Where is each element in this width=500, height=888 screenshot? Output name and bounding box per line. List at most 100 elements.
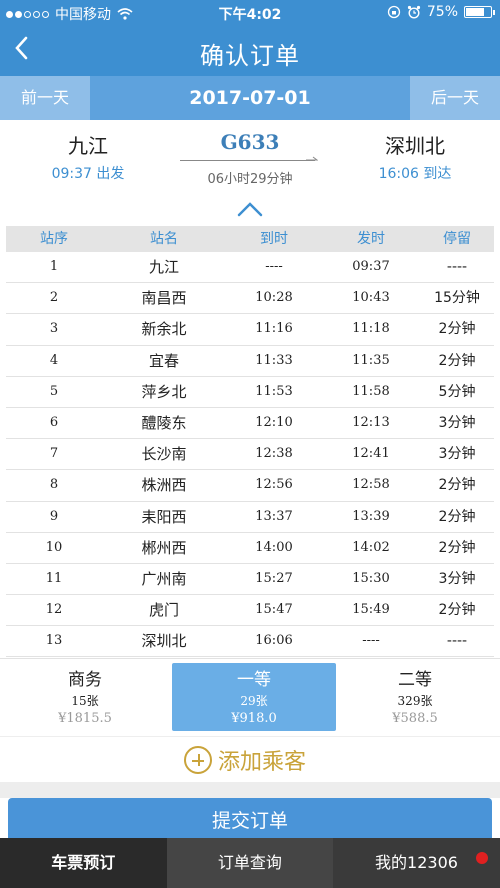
stop-arrive: 12:38: [255, 446, 293, 462]
stop-station: 虎门: [148, 601, 179, 620]
status-bar: 中国移动 下午4:02 75%: [0, 0, 500, 26]
add-passenger-section: 添加乘客: [0, 736, 500, 782]
arrival-time: 16:06 到达: [378, 166, 452, 182]
stop-station: 新余北: [141, 320, 187, 339]
chevron-up-icon[interactable]: [236, 200, 264, 218]
stop-seq: 3: [49, 321, 59, 337]
table-row: 7 长沙南 12:38 12:41 3分钟: [6, 439, 494, 471]
stops-table-body: 1 九江 ---- 09:37 ---- 2 南昌西 10:28 10:43 15分钟 3 新余北 11…: [6, 252, 494, 658]
header-seq: 站序: [40, 231, 68, 247]
seat-count: 329张: [397, 694, 433, 708]
departure-station: 九江: [68, 134, 108, 158]
departure-info: 九江 09:37 出发: [38, 130, 138, 183]
stop-depart: 13:39: [352, 508, 390, 524]
divider: [0, 782, 500, 798]
add-passenger-button[interactable]: 添加乘客: [184, 743, 306, 777]
header-stop: 停留: [443, 231, 471, 247]
stop-station: 长沙南: [141, 445, 187, 464]
header-station: 站名: [150, 231, 178, 247]
stop-seq: 5: [49, 383, 59, 399]
seat-second-class[interactable]: 二等 329张 ¥588.5: [350, 663, 480, 731]
stop-duration: 5分钟: [438, 383, 476, 400]
stop-station: 株洲西: [141, 476, 187, 495]
battery-icon: [464, 6, 495, 18]
stop-depart: 11:58: [352, 383, 390, 399]
seat-name: 一等: [237, 670, 271, 690]
header-depart: 发时: [357, 231, 385, 247]
table-row: 1 九江 ---- 09:37 ----: [6, 252, 494, 284]
table-row: 10 郴州西 14:00 14:02 2分钟: [6, 532, 494, 564]
stop-arrive: 13:37: [255, 508, 293, 524]
stop-seq: 4: [49, 352, 59, 368]
stop-arrive: 11:16: [255, 321, 293, 337]
stop-depart: 10:43: [352, 290, 390, 306]
table-row: 4 宜春 11:33 11:35 2分钟: [6, 345, 494, 377]
stop-seq: 8: [49, 477, 59, 493]
stop-station: 南昌西: [141, 289, 187, 308]
stop-arrive: 15:47: [255, 602, 293, 618]
stop-arrive: 15:27: [255, 570, 293, 586]
stop-seq: 7: [49, 446, 59, 462]
stop-seq: 11: [45, 570, 63, 586]
travel-date[interactable]: 2017-07-01: [90, 76, 410, 120]
stop-duration: 3分钟: [438, 446, 476, 463]
stop-depart: ----: [362, 633, 380, 649]
stop-station: 郴州西: [141, 538, 187, 557]
nav-bar: 确认订单: [0, 26, 500, 76]
stop-duration: 15分钟: [434, 290, 480, 307]
arrival-station: 深圳北: [385, 134, 445, 158]
table-row: 6 醴陵东 12:10 12:13 3分钟: [6, 407, 494, 440]
stop-duration: 2分钟: [438, 602, 476, 619]
header-arrive: 到时: [260, 231, 288, 247]
stop-arrive: 11:53: [255, 383, 293, 399]
table-row: 11 广州南 15:27 15:30 3分钟: [6, 563, 494, 596]
table-row: 12 虎门 15:47 15:49 2分钟: [6, 595, 494, 627]
seat-business[interactable]: 商务 15张 ¥1815.5: [20, 663, 150, 731]
stop-depart: 15:30: [352, 570, 390, 586]
stop-arrive: 12:56: [255, 477, 293, 493]
stop-depart: 09:37: [352, 259, 390, 274]
seat-first-class[interactable]: 一等 29张 ¥918.0: [172, 663, 336, 731]
stop-arrive: ----: [265, 259, 283, 274]
stop-seq: 2: [49, 290, 59, 306]
table-row: 9 耒阳西 13:37 13:39 2分钟: [6, 501, 494, 533]
tab-bar: 车票预订 订单查询 我的12306: [0, 838, 500, 888]
stop-station: 广州南: [141, 569, 187, 588]
tab-ticket-booking[interactable]: 车票预订: [0, 838, 167, 888]
departure-time: 09:37 出发: [51, 166, 125, 182]
stop-arrive: 12:10: [255, 414, 293, 430]
stops-table-header: 站序 站名 到时 发时 停留: [6, 226, 494, 252]
stop-duration: 2分钟: [438, 508, 476, 525]
table-row: 3 新余北 11:16 11:18 2分钟: [6, 314, 494, 346]
tab-order-query[interactable]: 订单查询: [166, 838, 334, 888]
route-arrow-icon: [306, 156, 318, 161]
stop-duration: 2分钟: [438, 477, 476, 494]
plus-circle-icon: [184, 746, 212, 774]
table-row: 13 深圳北 16:06 ---- ----: [6, 626, 494, 658]
stop-station: 萍乡北: [141, 382, 187, 401]
stop-depart: 14:02: [352, 539, 390, 555]
rotation-lock-icon: [387, 5, 401, 19]
stop-duration: 3分钟: [438, 414, 476, 431]
notification-badge: [475, 852, 488, 864]
stop-depart: 11:18: [352, 321, 390, 337]
stop-seq: 12: [45, 602, 63, 618]
stop-depart: 12:13: [352, 414, 390, 430]
stops-table: 站序 站名 到时 发时 停留 1 九江 ---- 09:37 ---- 2 南昌西 10:28…: [6, 226, 494, 658]
stop-arrive: 14:00: [255, 539, 293, 555]
stop-station: 九江: [148, 258, 179, 276]
tab-my-12306[interactable]: 我的12306: [333, 838, 500, 888]
stop-duration: 2分钟: [438, 352, 476, 369]
stop-station: 耒阳西: [141, 507, 187, 526]
tab-my-12306-label: 我的12306: [375, 853, 458, 872]
train-number: G633: [220, 130, 280, 154]
stop-station: 宜春: [148, 351, 179, 370]
next-day-button[interactable]: 后一天: [410, 76, 500, 120]
travel-duration: 06小时29分钟: [207, 172, 293, 187]
submit-order-button[interactable]: 提交订单: [8, 798, 492, 838]
alarm-clock-icon: [407, 5, 420, 19]
seat-price: ¥588.5: [392, 711, 438, 726]
stop-duration: ----: [446, 633, 468, 650]
prev-day-button[interactable]: 前一天: [0, 76, 90, 120]
table-row: 2 南昌西 10:28 10:43 15分钟: [6, 283, 494, 315]
